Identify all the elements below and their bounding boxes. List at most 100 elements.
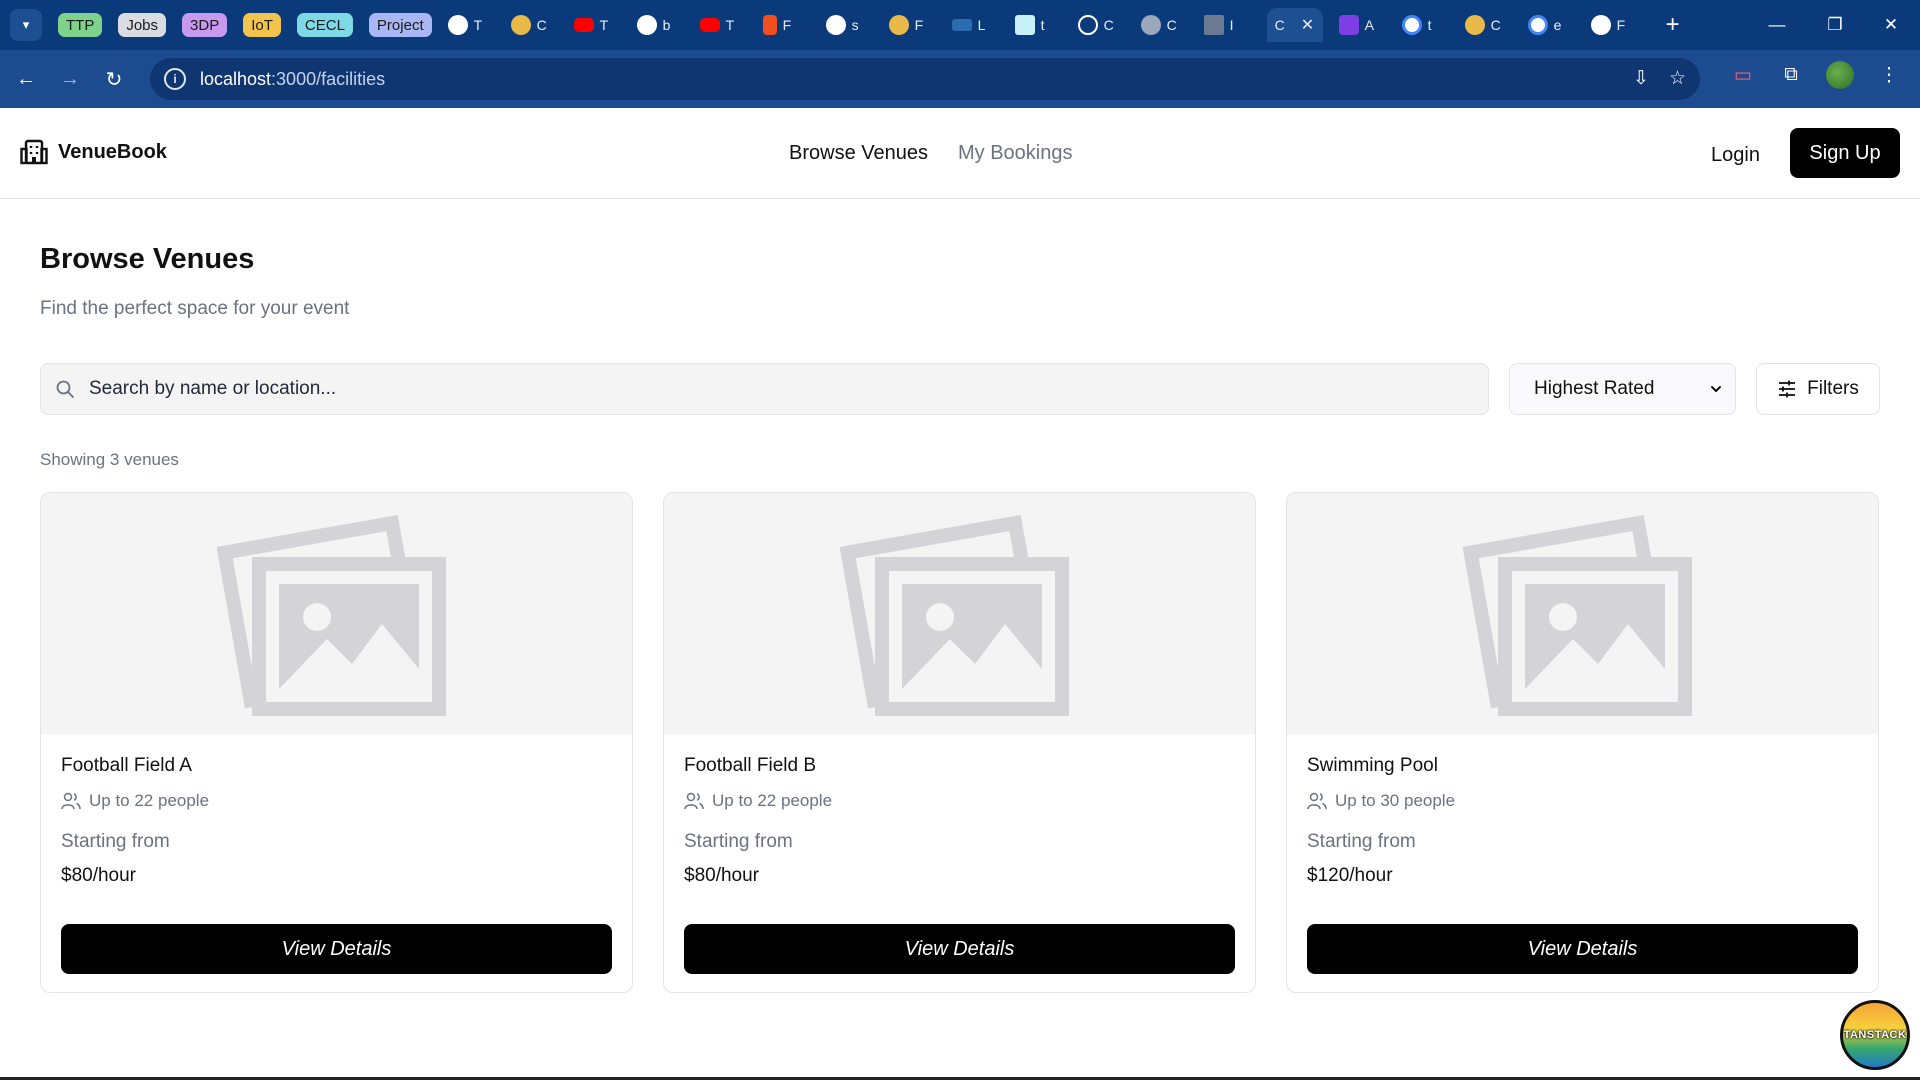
venue-grid: Football Field A Up to 22 people Startin… [40,492,1879,993]
search-icon [56,380,74,398]
new-tab-plus-icon[interactable]: + [1658,11,1688,39]
venue-price: $120/hour [1307,865,1393,886]
view-details-button[interactable]: View Details [1307,924,1858,974]
tab-title: F [914,17,924,33]
tab-title: e [1553,17,1562,33]
restore-icon[interactable]: ❐ [1806,0,1864,50]
venue-name: Football Field B [684,755,817,776]
view-details-button[interactable]: View Details [61,924,612,974]
venue-image-placeholder [41,493,632,734]
sort-selected-value: Highest Rated [1534,378,1655,399]
install-app-icon[interactable]: ⇩ [1633,67,1649,90]
reload-icon[interactable]: ↻ [96,61,132,97]
site-info-icon[interactable]: i [164,68,186,90]
venue-image-placeholder [1287,493,1878,734]
figma-icon [762,15,777,35]
browser-tab[interactable]: T [573,8,621,42]
browser-tab[interactable]: C [1077,8,1125,42]
google-icon [1401,15,1422,35]
price-label: Starting from [61,831,170,852]
search-input[interactable] [87,377,1488,401]
tab-group-jobs[interactable]: Jobs [118,13,167,37]
chrome-icon [888,15,909,35]
browser-tab[interactable]: t [1014,8,1062,42]
google-icon [1527,15,1548,35]
bookmark-star-icon[interactable]: ☆ [1669,67,1686,90]
tab-title: T [599,17,609,33]
browser-tab[interactable]: F [888,8,936,42]
tab-group-cecl[interactable]: CECL [296,13,353,37]
cast-icon[interactable]: ▭ [1730,64,1756,87]
url-path: :3000/facilities [271,68,386,89]
image-placeholder-icon [1462,514,1692,716]
browser-tab-strip: ▾ TTP Jobs 3DP IoT CECL Project T C T b … [0,0,1920,50]
gorm-icon [951,19,972,31]
back-arrow-icon[interactable]: ← [8,61,44,97]
browser-tab-active[interactable]: C ✕ [1266,8,1323,42]
browser-tab[interactable]: F [1590,8,1638,42]
browser-tab[interactable]: I [1203,8,1251,42]
tab-title: L [977,17,986,33]
app-navbar: VenueBook Browse Venues My Bookings Logi… [0,108,1920,199]
tab-search-button[interactable]: ▾ [10,9,42,41]
browser-tab[interactable]: e [1527,8,1575,42]
minimize-icon[interactable]: — [1748,0,1806,50]
search-box[interactable] [40,363,1489,415]
venue-image-placeholder [664,493,1255,734]
docs-icon [1014,15,1035,35]
forward-arrow-icon[interactable]: → [52,61,88,97]
kebab-menu-icon[interactable]: ⋮ [1876,64,1902,87]
chrome-icon [1464,15,1485,35]
address-bar[interactable]: i localhost:3000/facilities ⇩ ☆ [150,58,1700,100]
venue-card: Football Field A Up to 22 people Startin… [40,492,633,993]
login-button[interactable]: Login [1711,144,1760,167]
browser-tab[interactable]: L [951,8,999,42]
image-placeholder-icon [216,514,446,716]
brand-logo[interactable]: VenueBook [20,139,167,165]
github-icon [636,15,657,35]
sliders-icon [1779,380,1796,398]
extensions-puzzle-icon[interactable]: ⧉ [1778,64,1804,86]
profile-avatar[interactable] [1826,61,1854,89]
browser-tab[interactable]: F [762,8,810,42]
browser-tab[interactable]: C [510,8,558,42]
tab-group-ttp[interactable]: TTP [58,13,103,37]
brand-name: VenueBook [58,140,167,163]
venue-price: $80/hour [61,865,137,886]
tanstack-devtools-button[interactable]: TANSTACK [1840,1000,1910,1070]
filters-button[interactable]: Filters [1756,363,1880,415]
nav-my-bookings[interactable]: My Bookings [958,142,1073,165]
sort-select[interactable]: Highest Rated [1509,363,1736,415]
browser-tab[interactable]: T [699,8,747,42]
results-count: Showing 3 venues [40,450,179,469]
browser-tab[interactable]: t [1401,8,1449,42]
venue-name: Swimming Pool [1307,755,1438,776]
tab-title: F [1616,17,1626,33]
price-label: Starting from [1307,831,1416,852]
close-icon[interactable]: ✕ [1301,15,1314,35]
tab-title: C [536,17,547,33]
browser-tab[interactable]: C [1464,8,1512,42]
window-close-icon[interactable]: ✕ [1862,0,1920,50]
browser-tab[interactable]: C [1140,8,1188,42]
tab-group-iot[interactable]: IoT [243,13,281,37]
tab-title: T [725,17,735,33]
browser-tab[interactable]: b [636,8,684,42]
view-details-button[interactable]: View Details [684,924,1235,974]
github-icon [447,15,468,35]
nav-browse-venues[interactable]: Browse Venues [789,142,928,165]
app-icon [1203,15,1224,35]
openai-icon [1077,15,1098,35]
main-nav: Browse Venues My Bookings [789,142,1072,165]
browser-tab[interactable]: A [1338,8,1386,42]
tab-group-3dp[interactable]: 3DP [182,13,228,37]
browser-tab[interactable]: T [447,8,495,42]
tab-group-project[interactable]: Project [368,13,432,37]
tanstack-badge-label: TANSTACK [1843,1029,1907,1041]
browser-tab[interactable]: s [825,8,873,42]
venue-card-body: Swimming Pool Up to 30 people Starting f… [1307,755,1858,887]
app-icon [1338,15,1359,35]
signup-button[interactable]: Sign Up [1790,128,1900,178]
tab-title: I [1229,17,1234,33]
price-label: Starting from [684,831,793,852]
